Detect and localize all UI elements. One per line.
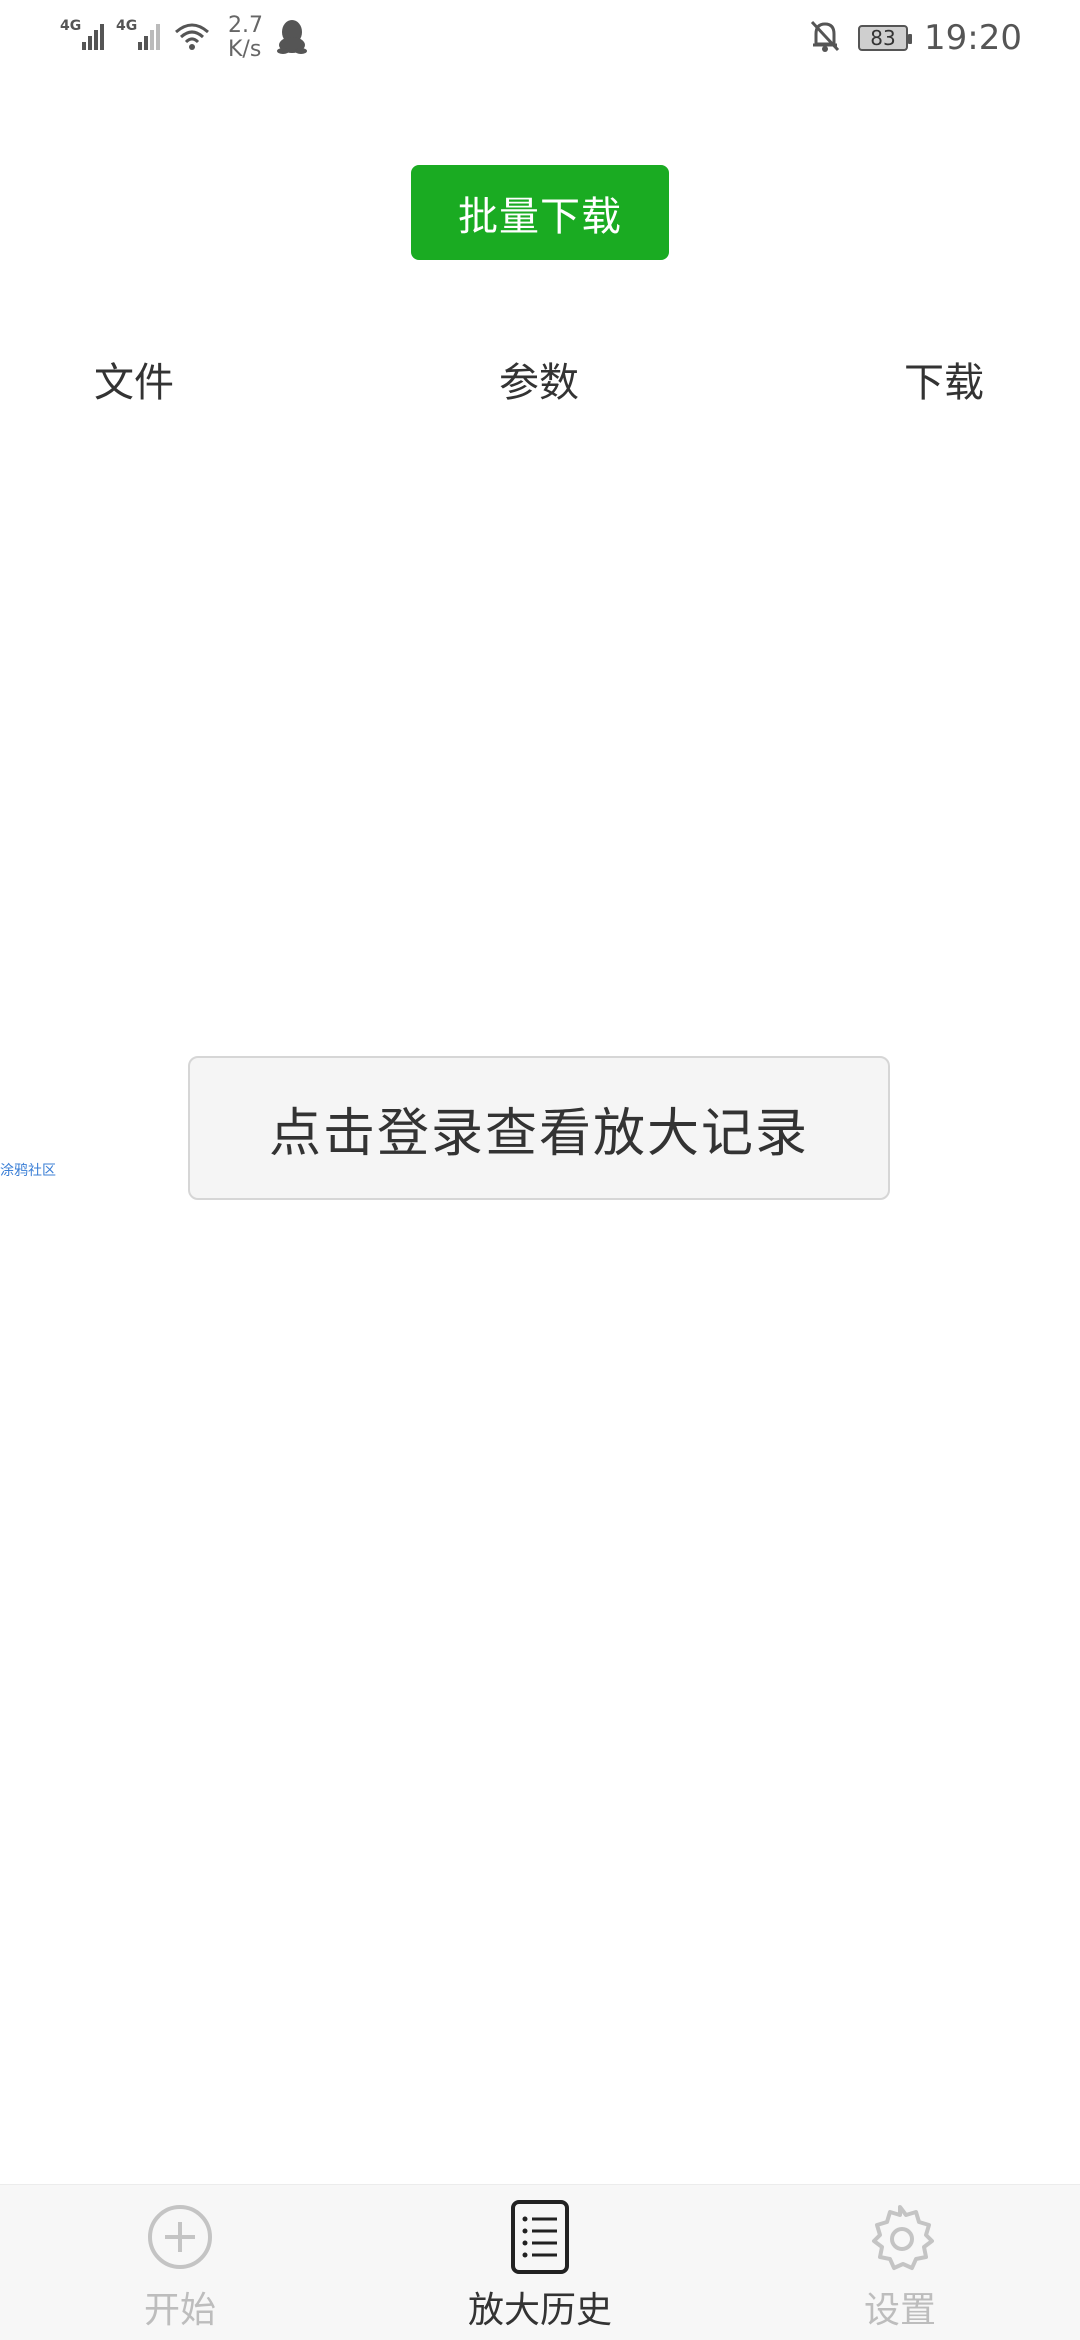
plus-circle-icon (142, 2199, 218, 2275)
gear-icon (862, 2199, 938, 2275)
bottom-nav: 开始 放大历史 设置 (0, 2184, 1080, 2340)
status-time: 19:20 (924, 18, 1022, 58)
signal1-label: 4G (60, 18, 81, 34)
column-file: 文件 (94, 360, 174, 406)
nav-label-settings: 设置 (863, 2290, 936, 2331)
batch-download-button[interactable]: 批量下载 (411, 165, 669, 260)
bell-muted-icon (808, 18, 842, 58)
signal-4g-icon: 4G (116, 16, 160, 60)
qq-icon (275, 17, 309, 59)
signal2-label: 4G (116, 18, 137, 34)
column-download: 下载 (904, 360, 984, 406)
login-prompt-button[interactable]: 点击登录查看放大记录 (188, 1056, 890, 1200)
screen: 4G 4G 2.7 K/s 83 19:20 批量下载 文件 参数 下载 点击登… (0, 0, 1080, 2340)
net-speed-value: 2.7 (228, 13, 263, 38)
nav-label-history: 放大历史 (467, 2290, 612, 2331)
column-params: 参数 (499, 360, 579, 406)
wifi-icon (172, 18, 212, 58)
status-bar-right: 83 19:20 (808, 10, 1022, 66)
column-header-row: 文件 参数 下载 (0, 350, 1080, 414)
list-document-icon (502, 2199, 578, 2275)
nav-label-start: 开始 (143, 2290, 216, 2331)
nav-item-history[interactable]: 放大历史 (440, 2199, 640, 2333)
nav-item-start[interactable]: 开始 (80, 2199, 280, 2333)
net-speed: 2.7 K/s (228, 14, 263, 62)
status-bar-left: 4G 4G 2.7 K/s (60, 10, 309, 66)
nav-item-settings[interactable]: 设置 (800, 2199, 1000, 2333)
net-speed-unit: K/s (228, 37, 262, 62)
side-community-link[interactable]: 涂鸦社区 (0, 1160, 56, 1180)
signal-4g-icon: 4G (60, 16, 104, 60)
battery-icon: 83 (858, 25, 913, 51)
status-bar: 4G 4G 2.7 K/s 83 19:20 (0, 0, 1080, 72)
battery-level: 83 (870, 26, 896, 50)
